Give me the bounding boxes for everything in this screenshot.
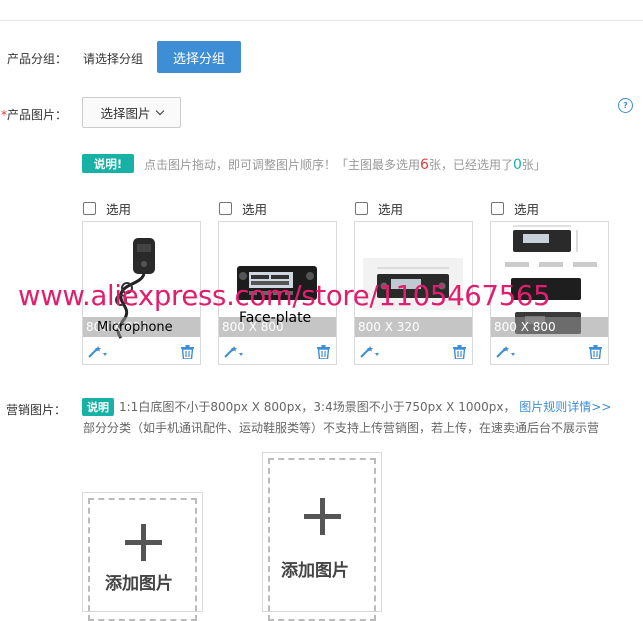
marketing-note: 部分分类（如手机通讯配件、运动鞋服类等）不支持上传营销图，若上传，在速卖通后台不… (83, 421, 600, 435)
tip-text-a: 点击图片拖动，即可调整图片顺序！「主图最多选用 (144, 158, 421, 172)
image-caption: Microphone (97, 320, 173, 335)
dashed-drop-zone (268, 458, 376, 621)
plus-icon-bar (125, 540, 162, 545)
select-label: 选用 (242, 202, 268, 217)
select-label: 选用 (514, 202, 540, 217)
image-size: 800 X 800 (491, 317, 608, 337)
top-divider (0, 20, 643, 21)
select-label: 选用 (378, 202, 404, 217)
plus-icon-bar (304, 514, 341, 519)
select-group-button[interactable]: 选择分组 (157, 41, 241, 73)
card-actions (491, 343, 608, 363)
group-current-value: 请选择分组 (83, 52, 144, 66)
select-checkbox-2[interactable]: 选用 (219, 199, 267, 218)
add-image-label: 添加图片 (281, 561, 349, 581)
checkbox[interactable] (355, 202, 368, 215)
magic-wand-icon[interactable] (87, 345, 109, 359)
tip-text: 点击图片拖动，即可调整图片顺序！「主图最多选用6张，已经选用了0张」 (144, 156, 546, 173)
max-count: 6 (420, 157, 429, 173)
card-actions (355, 343, 472, 363)
chevron-down-icon (155, 106, 164, 116)
image-rules-link[interactable]: 图片规则详情>> (519, 400, 611, 414)
add-portrait-image-button[interactable]: 添加图片 (262, 452, 382, 621)
card-actions (83, 343, 200, 363)
add-image-label: 添加图片 (105, 574, 173, 594)
tip-text-c: 张」 (521, 158, 546, 172)
trash-icon[interactable] (317, 345, 330, 359)
trash-icon[interactable] (181, 345, 194, 359)
select-checkbox-1[interactable]: 选用 (83, 199, 131, 218)
store-watermark: www.aliexpress.com/store/1105467565 (18, 280, 551, 312)
images-label-text: 产品图片： (7, 108, 68, 122)
marketing-rule-text: 1:1白底图不小于800px X 800px，3:4场景图不小于750px X … (119, 400, 516, 414)
marketing-label: 营销图片： (6, 403, 67, 417)
tip-badge: 说明! (82, 154, 134, 173)
select-images-dropdown[interactable]: 选择图片 (82, 97, 181, 128)
checkbox[interactable] (219, 202, 232, 215)
image-size: 800 X 320 (355, 317, 472, 337)
select-label: 选用 (106, 202, 132, 217)
trash-icon[interactable] (589, 345, 602, 359)
checkbox[interactable] (83, 202, 96, 215)
used-count: 0 (512, 157, 522, 173)
add-square-image-button[interactable]: 添加图片 (82, 492, 203, 621)
checkbox[interactable] (491, 202, 504, 215)
magic-wand-icon[interactable] (495, 345, 517, 359)
magic-wand-icon[interactable] (359, 345, 381, 359)
select-images-label: 选择图片 (100, 106, 151, 121)
marketing-rule-line: 1:1白底图不小于800px X 800px，3:4场景图不小于750px X … (119, 398, 611, 415)
magic-wand-icon[interactable] (223, 345, 245, 359)
marketing-tip-badge: 说明 (82, 398, 114, 416)
tip-text-b: 张，已经选用了 (428, 158, 513, 172)
select-checkbox-4[interactable]: 选用 (491, 199, 539, 218)
help-icon[interactable]: ? (618, 98, 633, 113)
images-label: *产品图片： (1, 106, 67, 123)
image-caption: Face-plate (239, 310, 312, 326)
group-label: 产品分组： (7, 52, 68, 66)
select-checkbox-3[interactable]: 选用 (355, 199, 403, 218)
trash-icon[interactable] (453, 345, 466, 359)
card-actions (219, 343, 336, 363)
